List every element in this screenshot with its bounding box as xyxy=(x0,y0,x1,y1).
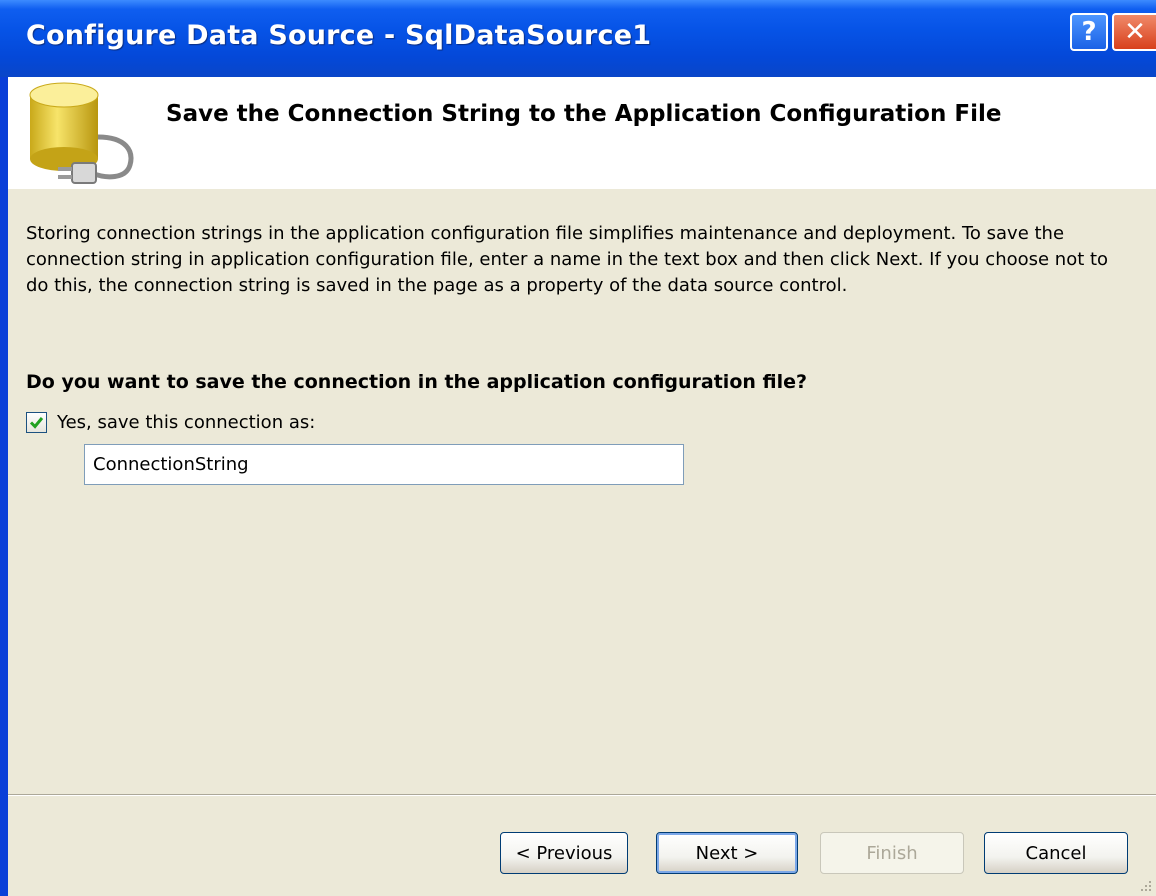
help-icon: ? xyxy=(1081,17,1097,47)
save-connection-label[interactable]: Yes, save this connection as: xyxy=(57,412,315,433)
save-connection-option[interactable]: Yes, save this connection as: xyxy=(26,409,315,435)
save-connection-checkbox[interactable] xyxy=(26,411,47,433)
connection-name-input[interactable] xyxy=(84,444,684,485)
save-question-label: Do you want to save the connection in th… xyxy=(26,371,808,393)
database-plug-icon xyxy=(29,82,134,184)
dialog-window: Configure Data Source - SqlDataSource1 ?… xyxy=(0,0,1156,896)
close-button[interactable]: ✕ xyxy=(1112,13,1156,51)
checkmark-icon xyxy=(29,416,44,429)
title-bar[interactable]: Configure Data Source - SqlDataSource1 ?… xyxy=(0,0,1156,77)
next-button[interactable]: Next > xyxy=(656,832,798,874)
previous-button[interactable]: < Previous xyxy=(500,832,628,874)
description-text: Storing connection strings in the applic… xyxy=(26,223,1109,296)
finish-button: Finish xyxy=(820,832,964,874)
wizard-step-title: Save the Connection String to the Applic… xyxy=(166,101,1002,127)
window-title: Configure Data Source - SqlDataSource1 xyxy=(26,20,652,51)
cancel-button[interactable]: Cancel xyxy=(984,832,1128,874)
footer-divider xyxy=(8,794,1156,796)
resize-grip-icon[interactable] xyxy=(1138,878,1152,892)
wizard-header: Save the Connection String to the Applic… xyxy=(8,77,1156,189)
close-icon: ✕ xyxy=(1124,17,1146,47)
help-button[interactable]: ? xyxy=(1070,13,1108,51)
dialog-client-area: Save the Connection String to the Applic… xyxy=(8,77,1156,896)
